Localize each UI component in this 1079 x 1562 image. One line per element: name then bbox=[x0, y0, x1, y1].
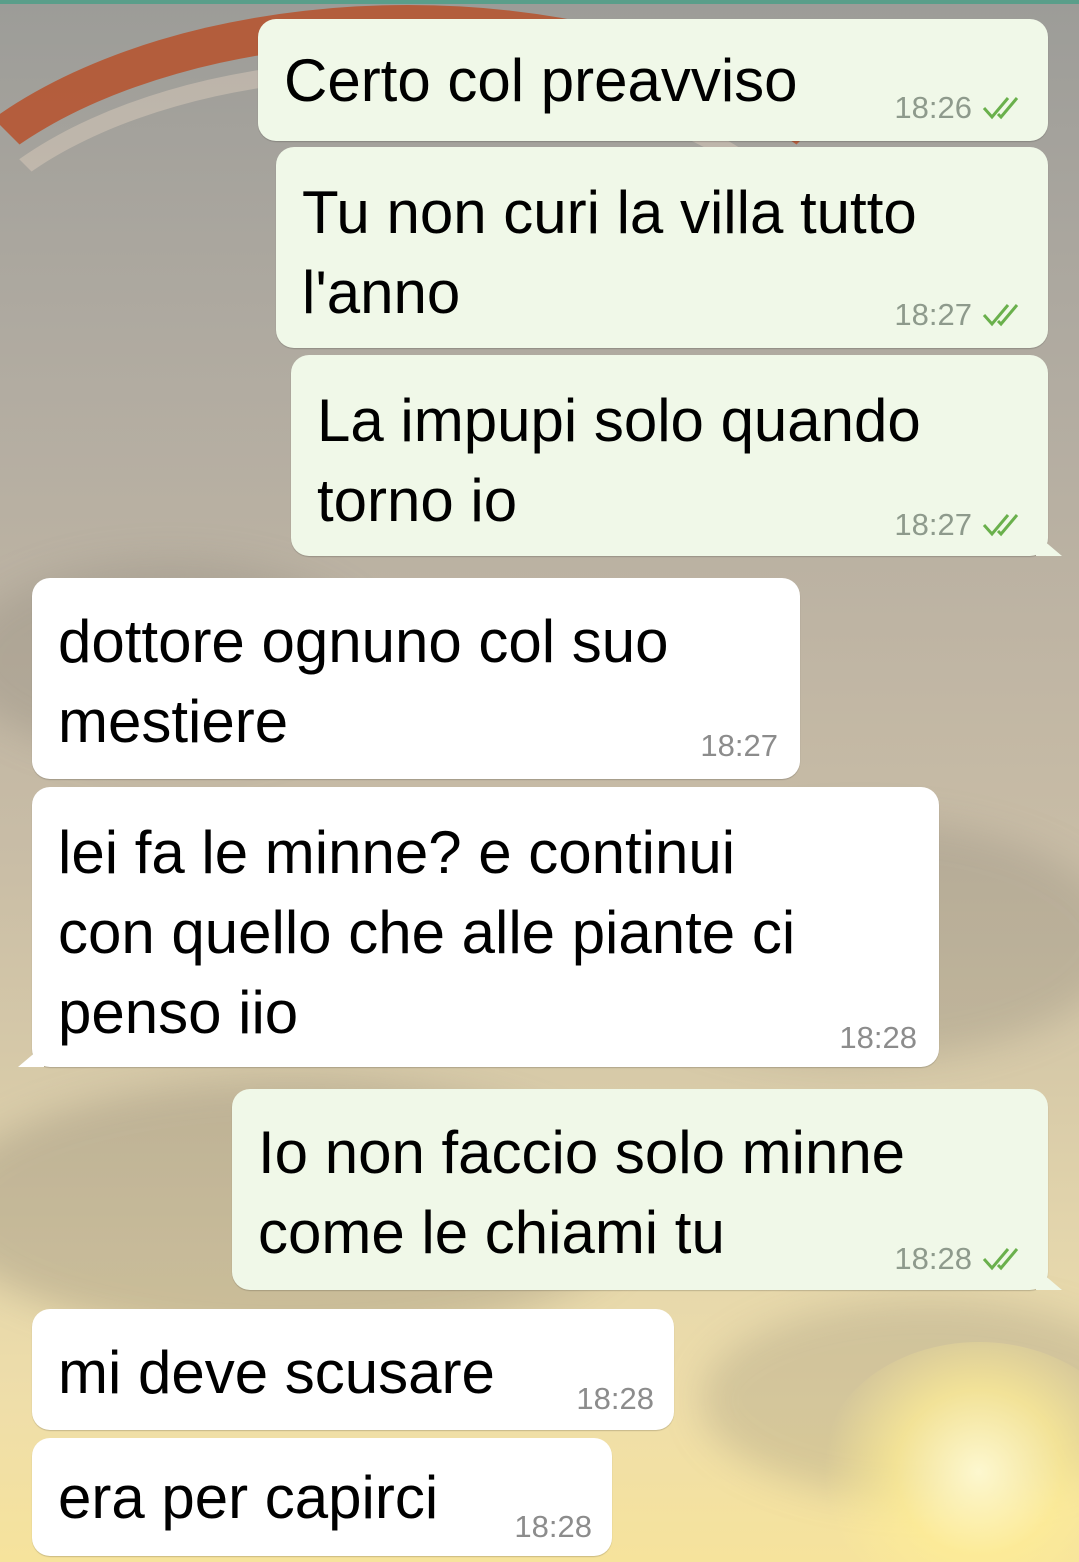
message-text: Certo col preavviso bbox=[284, 47, 798, 114]
message-bubble-incoming[interactable]: lei fa le minne? e continui con quello c… bbox=[18, 787, 939, 1067]
message-text-line: lei fa le minne? e continui bbox=[58, 819, 736, 886]
double-check-icon bbox=[982, 97, 1019, 120]
message-time: 18:27 bbox=[700, 728, 778, 763]
message-text-line: La impupi solo quando bbox=[317, 387, 921, 454]
message-meta: 18:28 bbox=[576, 1382, 654, 1416]
message-bubble-incoming[interactable]: dottore ognuno col suo mestiere 18:27 bbox=[32, 578, 800, 779]
message-bubble-incoming[interactable]: mi deve scusare 18:28 bbox=[32, 1309, 674, 1430]
double-check-icon bbox=[982, 1248, 1019, 1271]
double-check-icon bbox=[982, 304, 1019, 327]
message-bubble-outgoing[interactable]: Certo col preavviso 18:26 bbox=[258, 19, 1048, 141]
message-text-line: l'anno bbox=[302, 259, 461, 326]
message-meta: 18:27 bbox=[894, 298, 1028, 332]
message-time: 18:27 bbox=[894, 507, 972, 542]
message-time: 18:26 bbox=[894, 90, 972, 125]
message-text-line: Io non faccio solo minne bbox=[258, 1119, 906, 1186]
message-bubble-incoming[interactable]: era per capirci 18:28 bbox=[32, 1438, 612, 1556]
message-time: 18:28 bbox=[894, 1241, 972, 1276]
message-text: mi deve scusare bbox=[58, 1339, 495, 1406]
message-meta: 18:27 bbox=[894, 508, 1028, 542]
message-meta: 18:28 bbox=[839, 1021, 917, 1055]
bubble-tail bbox=[18, 1045, 44, 1067]
message-meta: 18:27 bbox=[700, 729, 778, 763]
message-meta: 18:26 bbox=[894, 91, 1028, 125]
message-text-line: Tu non curi la villa tutto bbox=[302, 179, 917, 246]
double-check-icon bbox=[982, 514, 1019, 537]
message-bubble-outgoing[interactable]: Tu non curi la villa tutto l'anno 18:27 bbox=[276, 147, 1048, 348]
bubble-tail bbox=[1036, 1268, 1062, 1290]
message-bubble-outgoing[interactable]: La impupi solo quando torno io 18:27 bbox=[291, 355, 1062, 556]
message-text-line: penso iio bbox=[58, 979, 299, 1046]
message-time: 18:28 bbox=[576, 1381, 654, 1416]
message-text-line: dottore ognuno col suo bbox=[58, 608, 669, 675]
bubble-tail bbox=[1036, 534, 1062, 556]
message-text: era per capirci bbox=[58, 1464, 439, 1531]
message-list[interactable]: Certo col preavviso 18:26 Tu non curi la… bbox=[0, 0, 1079, 1562]
message-time: 18:28 bbox=[839, 1020, 917, 1055]
message-text-line: come le chiami tu bbox=[258, 1199, 725, 1266]
message-text-line: con quello che alle piante ci bbox=[58, 899, 796, 966]
message-time: 18:28 bbox=[514, 1509, 592, 1544]
message-meta: 18:28 bbox=[514, 1510, 592, 1544]
message-bubble-outgoing[interactable]: Io non faccio solo minne come le chiami … bbox=[232, 1089, 1062, 1290]
message-text-line: mestiere bbox=[58, 688, 289, 755]
message-text-line: torno io bbox=[317, 467, 518, 534]
message-time: 18:27 bbox=[894, 297, 972, 332]
message-meta: 18:28 bbox=[894, 1242, 1028, 1276]
